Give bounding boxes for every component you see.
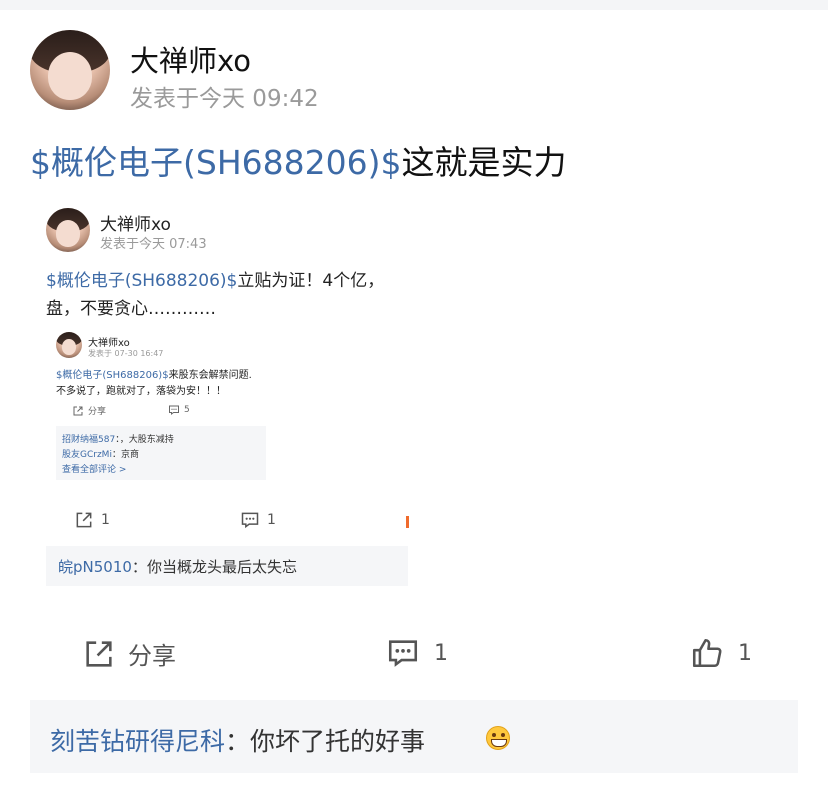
comment-count: 1 xyxy=(434,640,448,666)
stock-tag-link[interactable]: $概伦电子(SH688206)$ xyxy=(30,143,401,182)
embedded-avatar xyxy=(46,208,90,252)
like-count: 1 xyxy=(738,640,752,666)
comment-icon xyxy=(388,640,418,667)
nested-avatar xyxy=(56,332,82,358)
comment-user-link[interactable]: 刻苦钻研得尼科 xyxy=(50,727,225,756)
post-text: 这就是实力 xyxy=(401,143,567,182)
top-divider xyxy=(0,0,828,10)
thumbs-up-icon xyxy=(692,638,722,668)
grinning-emoji-icon xyxy=(486,726,510,750)
embedded-author: 大禅师xo xyxy=(100,215,171,235)
like-button[interactable]: 1 xyxy=(690,636,752,670)
share-button[interactable]: 分享 xyxy=(82,636,176,671)
embedded-text-line2: 盘，不要贪心………… xyxy=(46,299,216,319)
nested-comments: 招财纳福587：，大股东减持 股友GCrzMi：京商 查看全部评论 > xyxy=(56,426,266,480)
accent-mark xyxy=(406,516,409,528)
author-name[interactable]: 大禅师xo xyxy=(130,38,251,80)
nested-comment: 5 xyxy=(168,404,190,416)
nested-author: 大禅师xo xyxy=(88,338,130,349)
avatar[interactable] xyxy=(30,30,110,110)
comment-icon xyxy=(169,405,179,415)
comment-text: 你坏了托的好事 xyxy=(250,727,426,756)
nested-text: $概伦电子(SH688206)$来股东会解禁问题. xyxy=(56,370,252,381)
nested-share: 分享 xyxy=(72,404,106,417)
nested-screenshot: 大禅师xo 发表于 07-30 16:47 $概伦电子(SH688206)$来股… xyxy=(48,322,274,492)
embedded-meta: 发表于今天 07:43 xyxy=(100,237,207,252)
embedded-share: 1 xyxy=(74,510,110,530)
share-icon xyxy=(73,406,83,415)
comment-line: 刻苦钻研得尼科：你坏了托的好事 xyxy=(50,727,426,756)
share-label: 分享 xyxy=(128,642,176,670)
comment-icon xyxy=(241,512,259,529)
comment-button[interactable]: 1 xyxy=(386,636,448,670)
share-icon xyxy=(76,512,92,528)
embedded-screenshot[interactable]: 大禅师xo 发表于今天 07:43 $概伦电子(SH688206)$立贴为证！4… xyxy=(44,200,410,588)
nested-meta: 发表于 07-30 16:47 xyxy=(88,349,164,358)
embedded-comment: 1 xyxy=(240,510,276,530)
share-icon xyxy=(86,640,112,667)
comment-box: 刻苦钻研得尼科：你坏了托的好事 xyxy=(30,700,798,773)
post-body: $概伦电子(SH688206)$这就是实力 xyxy=(30,136,566,184)
embedded-comment-box: 皖pN5010：你当概龙头最后太失忘 xyxy=(46,546,408,586)
post-meta: 发表于今天 09:42 xyxy=(130,86,319,112)
embedded-text: $概伦电子(SH688206)$立贴为证！4个亿， xyxy=(46,271,385,291)
nested-text-line2: 不多说了，跑就对了，落袋为安！！！ xyxy=(56,386,226,397)
